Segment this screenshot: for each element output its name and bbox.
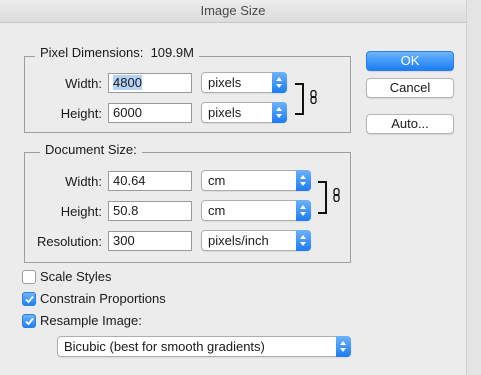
doc-height-unit-select[interactable]: cm [201, 200, 311, 221]
doc-width-field[interactable]: 40.64 [108, 171, 192, 191]
cancel-button[interactable]: Cancel [366, 78, 454, 98]
doc-height-label: Height: [60, 204, 102, 219]
resample-method-value: Bicubic (best for smooth gradients) [64, 339, 265, 354]
scale-styles-checkbox[interactable] [22, 270, 36, 284]
pixel-width-value: 4800 [113, 75, 142, 90]
scale-styles-label[interactable]: Scale Styles [40, 269, 112, 285]
constrain-proportions-label[interactable]: Constrain Proportions [40, 291, 166, 307]
resolution-unit-select[interactable]: pixels/inch [201, 230, 311, 251]
pixel-width-field[interactable]: 4800 [108, 73, 192, 93]
pixel-height-unit: pixels [208, 105, 242, 120]
constrain-proportions-checkbox[interactable] [22, 292, 36, 306]
background-window [466, 0, 481, 375]
ok-button[interactable]: OK [366, 51, 454, 71]
checkmark-icon [25, 317, 34, 326]
pixel-constrain-bracket [295, 83, 304, 115]
dialog-title: Image Size [0, 0, 466, 23]
resolution-field[interactable]: 300 [108, 231, 192, 251]
pixel-width-label: Width: [65, 76, 102, 91]
auto-button[interactable]: Auto... [366, 114, 454, 134]
doc-height-field[interactable]: 50.8 [108, 201, 192, 221]
image-size-dialog: Image Size Pixel Dimensions: 109.9M Widt… [0, 0, 466, 375]
pixel-height-field[interactable]: 6000 [108, 103, 192, 123]
pixel-dimensions-label: Pixel Dimensions: [40, 45, 144, 60]
up-down-arrows-icon [296, 200, 311, 221]
up-down-arrows-icon [296, 170, 311, 191]
doc-height-unit: cm [208, 203, 226, 218]
resolution-label: Resolution: [36, 234, 102, 249]
pixel-height-label: Height: [60, 106, 102, 121]
resolution-unit: pixels/inch [208, 233, 269, 248]
resample-image-checkbox[interactable] [22, 314, 36, 328]
pixel-dimensions-size: 109.9M [150, 45, 194, 60]
resample-image-label[interactable]: Resample Image: [40, 313, 142, 329]
up-down-arrows-icon [272, 72, 287, 93]
checkmark-icon [25, 295, 34, 304]
pixel-dimensions-legend: Pixel Dimensions: 109.9M [35, 45, 199, 61]
doc-constrain-bracket [318, 181, 327, 214]
up-down-arrows-icon [296, 230, 311, 251]
chain-link-icon [310, 90, 317, 104]
up-down-arrows-icon [336, 336, 351, 357]
doc-width-unit-select[interactable]: cm [201, 170, 311, 191]
doc-height-value: 50.8 [113, 203, 139, 218]
pixel-width-unit: pixels [208, 75, 242, 90]
chain-link-icon [333, 188, 340, 202]
pixel-width-unit-select[interactable]: pixels [201, 72, 287, 93]
resolution-value: 300 [113, 233, 135, 248]
up-down-arrows-icon [272, 102, 287, 123]
document-size-legend: Document Size: [40, 142, 142, 158]
pixel-height-unit-select[interactable]: pixels [201, 102, 287, 123]
pixel-height-value: 6000 [113, 105, 142, 120]
doc-width-unit: cm [208, 173, 226, 188]
doc-width-label: Width: [65, 174, 102, 189]
resample-method-select[interactable]: Bicubic (best for smooth gradients) [57, 336, 351, 357]
doc-width-value: 40.64 [113, 173, 146, 188]
